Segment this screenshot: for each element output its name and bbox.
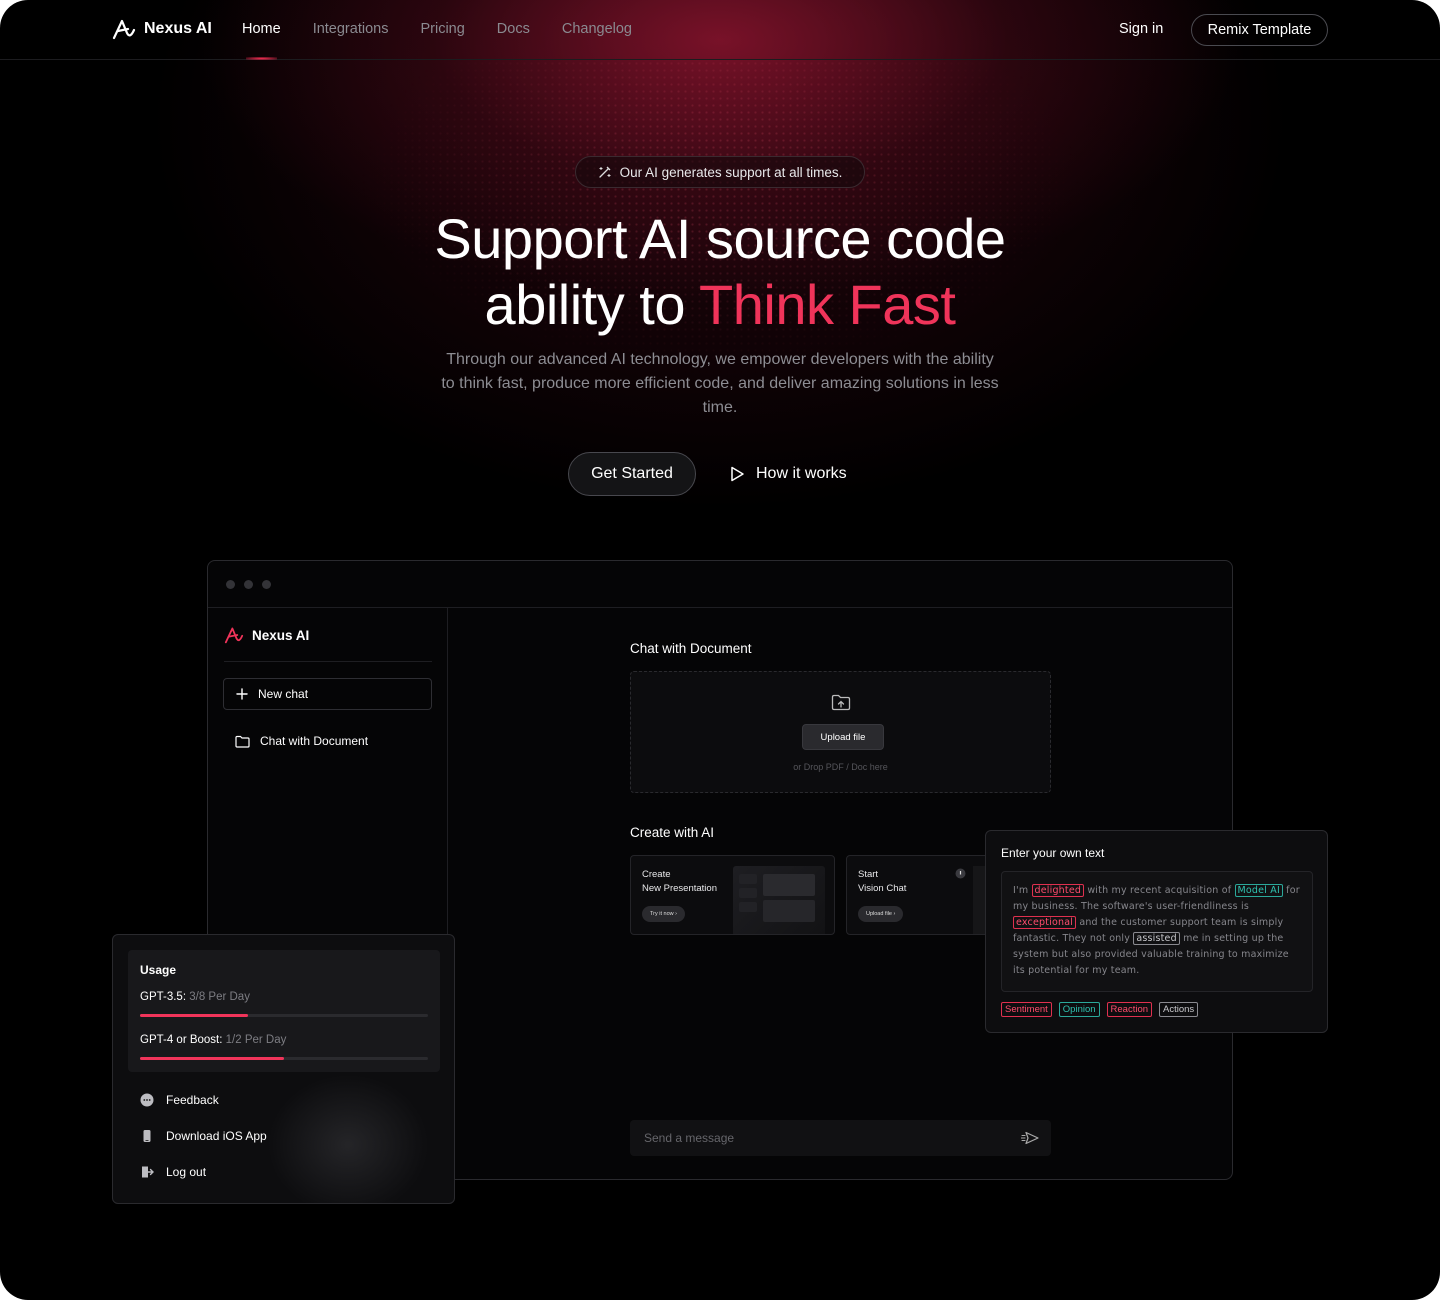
tag-actions[interactable]: Actions: [1159, 1002, 1199, 1017]
nav-link-changelog[interactable]: Changelog: [562, 21, 632, 37]
text-segment: with my recent acquisition of: [1084, 885, 1235, 896]
brand-logo[interactable]: Nexus AI: [112, 18, 212, 40]
usage-card: Usage GPT-3.5: 3/8 Per Day GPT-4 or Boos…: [128, 950, 440, 1072]
card-title-line-2: New Presentation: [642, 883, 717, 894]
send-message-placeholder: Send a message: [644, 1131, 735, 1145]
how-it-works-label: How it works: [756, 465, 847, 482]
card-title-line-1: Create: [642, 869, 671, 880]
upload-file-button[interactable]: Upload file: [802, 724, 884, 750]
plus-icon: [236, 688, 248, 700]
hero-subtitle: Through our advanced AI technology, we e…: [441, 351, 999, 416]
nav-link-home[interactable]: Home: [242, 21, 281, 60]
text-analysis-panel: Enter your own text I'm delighted with m…: [985, 830, 1328, 1033]
new-chat-label: New chat: [258, 687, 309, 701]
log-out-link[interactable]: Log out: [140, 1165, 206, 1179]
download-ios-label: Download iOS App: [166, 1129, 267, 1143]
card-button-label: Try it now: [650, 911, 674, 917]
log-out-label: Log out: [166, 1165, 207, 1179]
sidebar-brand[interactable]: Nexus AI: [224, 626, 309, 644]
headline-plain: ability to: [484, 273, 700, 336]
opinion-highlight: Model AI: [1234, 884, 1283, 897]
nexus-logo-icon: [112, 18, 136, 40]
usage-bar-fill: [140, 1014, 248, 1017]
folder-icon: [235, 735, 250, 748]
usage-panel: Usage GPT-3.5: 3/8 Per Day GPT-4 or Boos…: [112, 934, 455, 1204]
usage-value: 3/8 Per Day: [189, 991, 250, 1003]
chat-with-document-heading: Chat with Document: [630, 641, 752, 656]
hero-badge-text: Our AI generates support at all times.: [619, 164, 843, 180]
usage-row-gpt4: GPT-4 or Boost: 1/2 Per Day: [140, 1034, 286, 1046]
feedback-link[interactable]: Feedback: [140, 1093, 219, 1107]
try-it-now-button[interactable]: Try it now ›: [642, 906, 686, 922]
info-icon: [955, 868, 966, 879]
sidebar-brand-name: Nexus AI: [252, 627, 310, 643]
tag-sentiment[interactable]: Sentiment: [1001, 1002, 1052, 1017]
usage-bar-fill: [140, 1057, 284, 1060]
usage-model-label: GPT-4 or Boost:: [140, 1034, 223, 1046]
card-title: Create New Presentation: [642, 868, 717, 896]
usage-model-label: GPT-3.5:: [140, 991, 187, 1003]
usage-title: Usage: [140, 963, 177, 977]
create-with-ai-heading: Create with AI: [630, 825, 715, 840]
headline-line-1: Support AI source code: [434, 207, 1006, 270]
presentation-preview-image: [733, 866, 825, 934]
nav-link-integrations[interactable]: Integrations: [313, 21, 389, 37]
window-dot-minimize: [244, 580, 253, 589]
page: Nexus AI Home Integrations Pricing Docs …: [0, 0, 1440, 1300]
brand-name: Nexus AI: [144, 20, 212, 37]
sign-in-link[interactable]: Sign in: [1119, 21, 1163, 37]
get-started-button[interactable]: Get Started: [568, 452, 696, 496]
download-ios-link[interactable]: Download iOS App: [140, 1129, 267, 1143]
headline-line-2: ability to Think Fast: [0, 272, 1440, 338]
chat-bubble-icon: [140, 1093, 154, 1107]
tag-opinion[interactable]: Opinion: [1058, 1002, 1100, 1017]
nav-link-pricing[interactable]: Pricing: [420, 21, 464, 37]
create-presentation-card[interactable]: Create New Presentation Try it now ›: [630, 855, 835, 935]
sidebar-item-label: Chat with Document: [260, 734, 369, 748]
nav-links: Home Integrations Pricing Docs Changelog: [242, 21, 632, 60]
nav-link-docs[interactable]: Docs: [497, 21, 530, 37]
phone-icon: [140, 1129, 154, 1143]
usage-row-gpt35: GPT-3.5: 3/8 Per Day: [140, 991, 250, 1003]
send-icon[interactable]: [1021, 1131, 1039, 1145]
log-out-icon: [140, 1165, 154, 1179]
sentiment-highlight: exceptional: [1013, 916, 1077, 929]
card-title: Start Vision Chat: [858, 868, 906, 896]
usage-bar-gpt4: [140, 1057, 428, 1060]
hero-headline: Support AI source code ability to Think …: [0, 206, 1440, 338]
remix-template-button[interactable]: Remix Template: [1191, 14, 1328, 46]
top-nav: Nexus AI Home Integrations Pricing Docs …: [0, 0, 1440, 60]
card-title-line-2: Vision Chat: [858, 883, 907, 894]
sidebar-item-chat-with-document[interactable]: Chat with Document: [235, 734, 368, 748]
action-highlight: assisted: [1133, 932, 1180, 945]
window-titlebar: [208, 561, 1232, 608]
usage-value: 1/2 Per Day: [225, 1034, 287, 1046]
magic-wand-icon: [598, 165, 612, 179]
play-icon: [728, 465, 746, 483]
window-dot-maximize: [262, 580, 271, 589]
headline-accent: Think Fast: [699, 273, 956, 336]
tag-reaction[interactable]: Reaction: [1106, 1002, 1153, 1017]
nexus-logo-icon: [224, 626, 244, 644]
folder-upload-icon: [831, 694, 851, 711]
upload-file-card-button[interactable]: Upload file ›: [858, 906, 904, 922]
window-dot-close: [226, 580, 235, 589]
card-button-label: Upload file: [866, 911, 892, 917]
new-chat-button[interactable]: New chat: [223, 678, 432, 710]
sentiment-highlight: delighted: [1031, 884, 1085, 897]
tag-legend: Sentiment Opinion Reaction Actions: [1001, 1002, 1199, 1017]
sidebar-divider: [224, 661, 432, 662]
send-message-input[interactable]: Send a message: [630, 1120, 1051, 1156]
text-input-area[interactable]: I'm delighted with my recent acquisition…: [1001, 871, 1313, 992]
vision-chat-card[interactable]: Start Vision Chat Upload file ›: [846, 855, 996, 935]
feedback-label: Feedback: [166, 1093, 219, 1107]
how-it-works-button[interactable]: How it works: [728, 462, 847, 486]
hero-badge: Our AI generates support at all times.: [575, 156, 865, 188]
text-panel-title: Enter your own text: [1001, 846, 1105, 860]
text-segment: I'm: [1013, 885, 1032, 896]
card-title-line-1: Start: [858, 869, 879, 880]
usage-bar-gpt35: [140, 1014, 428, 1017]
drop-hint: or Drop PDF / Doc here: [793, 762, 888, 772]
document-drop-zone[interactable]: Upload file or Drop PDF / Doc here: [630, 671, 1051, 793]
